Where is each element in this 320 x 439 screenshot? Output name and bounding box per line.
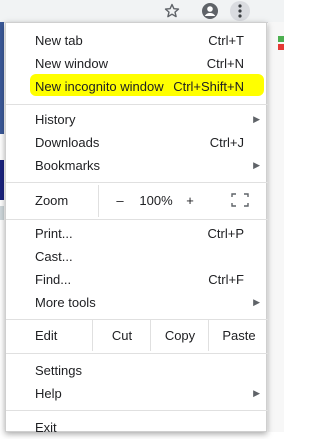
- shortcut-label: Ctrl+N: [206, 56, 244, 71]
- profile-avatar-icon[interactable]: [200, 1, 220, 21]
- menu-item-new-window[interactable]: New window Ctrl+N: [6, 52, 268, 75]
- fullscreen-icon[interactable]: [231, 193, 249, 207]
- kebab-menu-icon[interactable]: [230, 1, 250, 21]
- menu-separator: [6, 410, 268, 411]
- menu-item-label: New incognito window: [35, 79, 164, 94]
- cut-button[interactable]: Cut: [92, 319, 151, 351]
- menu-item-history[interactable]: History ▶: [6, 108, 268, 131]
- shortcut-label: Ctrl+P: [207, 226, 244, 241]
- zoom-level-value: 100%: [139, 193, 173, 208]
- menu-item-more-tools[interactable]: More tools ▶: [6, 291, 268, 314]
- menu-item-find[interactable]: Find... Ctrl+F: [6, 268, 268, 291]
- menu-item-label: History: [35, 112, 76, 127]
- star-bookmark-icon[interactable]: [162, 1, 182, 21]
- menu-item-label: Find...: [35, 272, 72, 287]
- edit-label: Edit: [35, 328, 58, 343]
- shortcut-label: Ctrl+T: [208, 33, 244, 48]
- chrome-main-menu: New tab Ctrl+T New window Ctrl+N New inc…: [5, 22, 268, 435]
- paste-button[interactable]: Paste: [208, 319, 269, 351]
- copy-button[interactable]: Copy: [150, 319, 209, 351]
- menu-item-bookmarks[interactable]: Bookmarks ▶: [6, 154, 268, 177]
- submenu-arrow-icon: ▶: [253, 114, 260, 124]
- menu-item-label: Cast...: [35, 249, 73, 264]
- menu-item-label: Settings: [35, 363, 82, 378]
- menu-separator: [6, 219, 268, 220]
- menu-item-downloads[interactable]: Downloads Ctrl+J: [6, 131, 268, 154]
- menu-separator: [6, 104, 268, 105]
- browser-toolbar: [0, 0, 284, 23]
- menu-item-new-tab[interactable]: New tab Ctrl+T: [6, 29, 268, 52]
- submenu-arrow-icon: ▶: [253, 160, 260, 170]
- menu-item-label: Help: [35, 386, 62, 401]
- menu-item-label: Print...: [35, 226, 73, 241]
- shortcut-label: Ctrl+F: [208, 272, 244, 287]
- edit-row: Edit Cut Copy Paste: [6, 319, 268, 351]
- shortcut-label: Ctrl+Shift+N: [173, 79, 244, 94]
- zoom-controls: – 100% +: [98, 185, 269, 217]
- menu-item-label: More tools: [35, 295, 96, 310]
- menu-item-exit[interactable]: Exit: [6, 416, 268, 439]
- menu-item-label: Downloads: [35, 135, 100, 150]
- menu-item-label: New window: [35, 56, 108, 71]
- zoom-row: Zoom – 100% +: [6, 185, 268, 217]
- menu-item-help[interactable]: Help ▶: [6, 382, 268, 405]
- page-thumbnail-mark: [278, 44, 284, 50]
- menu-item-label: Exit: [35, 420, 57, 435]
- zoom-label: Zoom: [35, 193, 69, 208]
- menu-separator: [6, 353, 268, 354]
- menu-item-print[interactable]: Print... Ctrl+P: [6, 222, 268, 245]
- page-thumbnail-mark: [278, 36, 284, 42]
- menu-separator: [6, 182, 268, 183]
- page-background-strip: [0, 22, 4, 134]
- menu-item-label: New tab: [35, 33, 83, 48]
- page-background-gutter: [268, 22, 284, 432]
- menu-item-cast[interactable]: Cast...: [6, 245, 268, 268]
- menu-item-label: Bookmarks: [35, 158, 101, 173]
- page-background-strip: [0, 206, 4, 220]
- menu-item-settings[interactable]: Settings: [6, 359, 268, 382]
- page-background-strip: [0, 160, 4, 200]
- submenu-arrow-icon: ▶: [253, 388, 260, 398]
- menu-item-new-incognito-window[interactable]: New incognito window Ctrl+Shift+N: [6, 75, 268, 98]
- zoom-in-button[interactable]: +: [183, 193, 197, 208]
- shortcut-label: Ctrl+J: [209, 135, 244, 150]
- submenu-arrow-icon: ▶: [253, 297, 260, 307]
- zoom-out-button[interactable]: –: [113, 193, 127, 208]
